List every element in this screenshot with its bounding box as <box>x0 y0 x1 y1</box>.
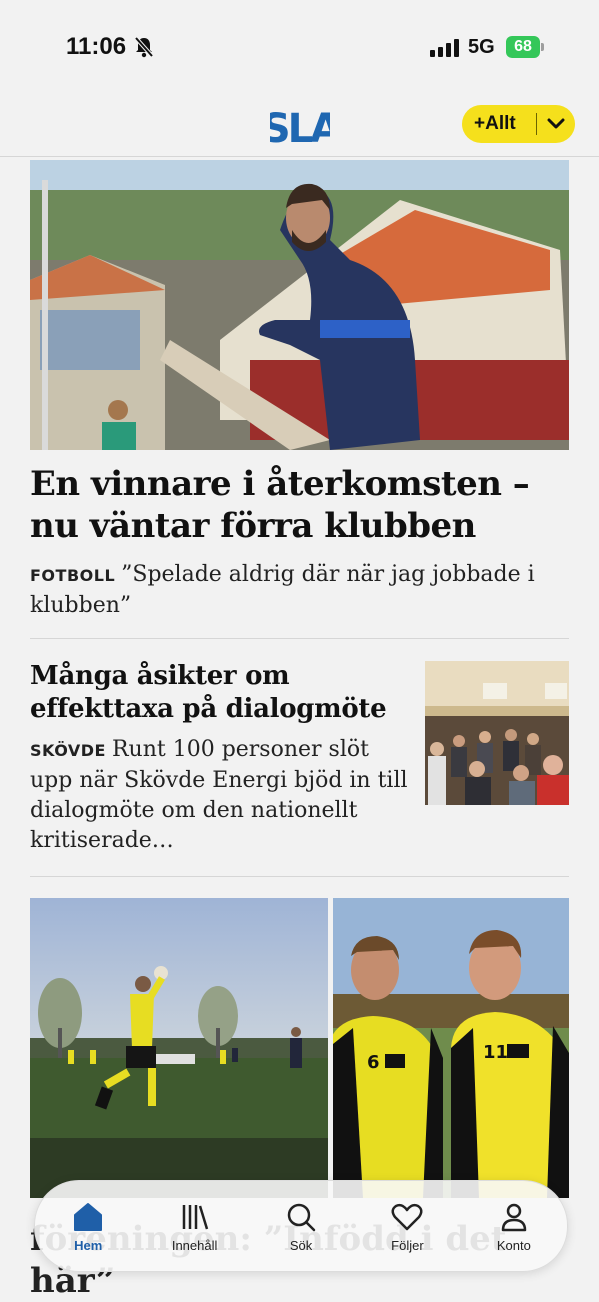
allt-button[interactable]: +Allt <box>462 105 575 143</box>
article-1-photo[interactable] <box>30 160 569 450</box>
person-icon <box>501 1203 527 1231</box>
library-icon <box>182 1204 208 1229</box>
article-divider <box>30 638 569 639</box>
signal-icon <box>430 39 459 57</box>
allt-divider <box>536 113 537 135</box>
svg-text:SLA: SLA <box>270 106 330 148</box>
network-label: 5G <box>468 36 495 58</box>
tab-label: Följer <box>391 1237 424 1253</box>
tab-label: Konto <box>496 1237 531 1253</box>
bottom-tab-bar: Hem Innehåll Sök Följer Konto <box>34 1180 568 1272</box>
article-3-photo-left[interactable] <box>30 898 328 1198</box>
tab-konto[interactable]: Konto <box>461 1181 567 1271</box>
svg-text:6: 6 <box>367 1052 380 1073</box>
tab-sok[interactable]: Sök <box>248 1181 354 1271</box>
article-1-headline[interactable]: En vinnare i återkomsten – nu väntar för… <box>30 463 570 547</box>
status-bar: 11:06 5G 68 <box>0 0 599 90</box>
tab-hem[interactable]: Hem <box>35 1181 141 1271</box>
heart-icon <box>391 1203 423 1230</box>
app-header: SLA +Allt <box>0 90 599 157</box>
tab-innehall[interactable]: Innehåll <box>141 1181 247 1271</box>
tab-label: Hem <box>74 1237 103 1253</box>
tab-label: Innehåll <box>171 1237 218 1253</box>
tab-foljer[interactable]: Följer <box>354 1181 460 1271</box>
article-1-kicker: FOTBOLL <box>30 566 116 585</box>
battery-icon: 68 <box>506 36 540 58</box>
home-icon <box>74 1202 103 1231</box>
article-divider <box>30 876 569 877</box>
search-icon <box>287 1203 316 1231</box>
chevron-down-icon <box>547 118 565 129</box>
bell-muted-icon <box>134 36 154 58</box>
article-2-teaser[interactable]: SKÖVDE Runt 100 personer slöt upp när Skö… <box>30 735 415 856</box>
allt-button-label: +Allt <box>474 113 516 134</box>
article-2-headline[interactable]: Många åsikter om effekttaxa på dialogmöt… <box>30 660 410 726</box>
svg-text:11: 11 <box>483 1042 508 1063</box>
battery-tip <box>541 43 544 51</box>
tab-label: Sök <box>289 1237 313 1253</box>
article-3-photo-right[interactable]: 6 11 <box>333 898 569 1198</box>
sla-logo[interactable]: SLA <box>270 100 330 148</box>
status-time: 11:06 <box>66 33 127 60</box>
article-2-kicker: SKÖVDE <box>30 741 106 760</box>
article-1-teaser[interactable]: FOTBOLL ”Spelade aldrig där när jag jobba… <box>30 560 550 621</box>
article-2-photo[interactable] <box>425 661 569 805</box>
